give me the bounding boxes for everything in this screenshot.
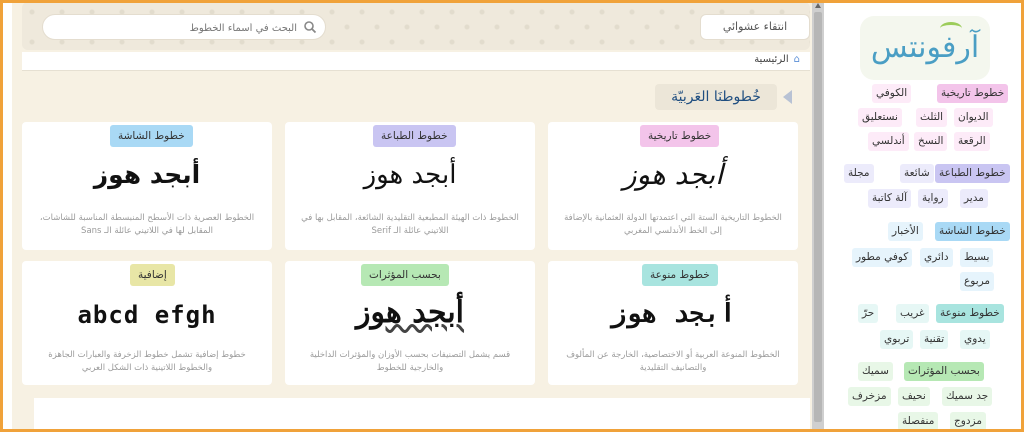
scroll-thumb[interactable]: [814, 12, 822, 422]
sidebar: آرفونتس خطوط تاريخية الكوفي الديوان الثل…: [844, 8, 1010, 432]
card-badge[interactable]: إضافية: [130, 264, 175, 286]
sidebar-item-free[interactable]: حرّ: [858, 304, 879, 323]
search-box[interactable]: [42, 14, 326, 40]
section-arrow-icon: [783, 90, 792, 104]
sidebar-head-misc[interactable]: خطوط منوعة: [936, 304, 1004, 323]
header-bar: انتقاء عشوائي: [22, 2, 810, 50]
sidebar-item-news[interactable]: الأخبار: [888, 222, 923, 241]
category-card-screen[interactable]: خطوط الشاشة أبجد هوز الخطوط العصرية ذات …: [22, 122, 272, 250]
sidebar-item-novel[interactable]: رواية: [918, 189, 948, 208]
sidebar-item-simple[interactable]: بسيط: [960, 248, 994, 267]
breadcrumb: ⌂ الرئيسية: [22, 52, 810, 71]
sidebar-item-decorated[interactable]: مزخرف: [848, 387, 891, 406]
sidebar-item-educational[interactable]: تربوي: [880, 330, 914, 349]
sidebar-item-handwritten[interactable]: يدوي: [960, 330, 990, 349]
sidebar-head-historical[interactable]: خطوط تاريخية: [937, 84, 1009, 103]
font-sample: أبجد هوز: [363, 160, 457, 190]
sidebar-item-typewriter[interactable]: آلة كاتبة: [868, 189, 912, 208]
sidebar-item-bold[interactable]: سميك: [858, 362, 893, 381]
home-icon[interactable]: ⌂: [794, 54, 800, 65]
sidebar-item-tech[interactable]: تقنية: [920, 330, 949, 349]
sidebar-head-print[interactable]: خطوط الطباعة: [935, 164, 1010, 183]
sidebar-item-ruqaa[interactable]: الرقعة: [954, 132, 990, 151]
random-pick-button[interactable]: انتقاء عشوائي: [700, 14, 810, 40]
sidebar-item-diwani[interactable]: الديوان: [954, 108, 993, 127]
card-description: الخطوط التاريخية الستة التي اعتمدتها الد…: [564, 213, 782, 236]
scrollbar[interactable]: [812, 0, 824, 432]
section-title: خُطوطنَا العَربيّة: [655, 84, 777, 110]
sidebar-item-modern-kufi[interactable]: كوفي مطور: [852, 248, 913, 267]
card-description: خطوط إضافية تشمل خطوط الزخرفة والعبارات …: [48, 350, 246, 373]
site-logo[interactable]: آرفونتس: [860, 16, 990, 80]
sidebar-item-naskh[interactable]: النسخ: [914, 132, 948, 151]
content-panel: [34, 398, 810, 432]
sidebar-item-common[interactable]: شائعة: [900, 164, 934, 183]
card-badge[interactable]: بحسب المؤثرات: [361, 264, 449, 286]
breadcrumb-home[interactable]: الرئيسية: [754, 54, 788, 65]
sidebar-item-extra-bold[interactable]: جد سميك: [942, 387, 993, 406]
sidebar-item-thin[interactable]: نحيف: [898, 387, 930, 406]
sidebar-item-manager[interactable]: مدير: [960, 189, 988, 208]
sidebar-item-andalusi[interactable]: أندلسي: [868, 132, 909, 151]
sidebar-item-thuluth[interactable]: الثلث: [916, 108, 948, 127]
category-card-extra[interactable]: إضافية abcd efgh خطوط إضافية تشمل خطوط ا…: [22, 261, 272, 385]
sidebar-item-double[interactable]: مزدوج: [950, 412, 986, 431]
search-icon[interactable]: [303, 20, 317, 34]
category-card-print[interactable]: خطوط الطباعة أبجد هوز الخطوط ذات الهيئة …: [285, 122, 535, 250]
main-area: انتقاء عشوائي ⌂ الرئيسية خُطوطنَا العَربي…: [12, 0, 812, 432]
sidebar-item-strange[interactable]: غريب: [896, 304, 929, 323]
sidebar-item-round[interactable]: دائري: [920, 248, 953, 267]
card-badge[interactable]: خطوط منوعة: [642, 264, 718, 286]
card-description: قسم يشمل التصنيفات بحسب الأوزان والمؤثرا…: [309, 350, 511, 373]
font-sample: أبجد هوز: [355, 295, 465, 330]
card-description: الخطوط ذات الهيئة المطبعية التقليدية الش…: [301, 213, 519, 236]
logo-swoosh-icon: [940, 22, 962, 35]
sidebar-item-kufi[interactable]: الكوفي: [872, 84, 912, 103]
category-card-effects[interactable]: بحسب المؤثرات أبجد هوز قسم يشمل التصنيفا…: [285, 261, 535, 385]
card-badge[interactable]: خطوط تاريخية: [640, 125, 720, 147]
sidebar-item-nastaliq[interactable]: نستعليق: [858, 108, 902, 127]
card-description: الخطوط العصرية ذات الأسطح المنبسطة المنا…: [39, 213, 255, 236]
font-sample: abcd efgh: [77, 301, 217, 329]
card-description: الخطوط المنوعة العربية أو الاختصاصية، ال…: [566, 350, 780, 373]
sidebar-item-separated[interactable]: منفصلة: [898, 412, 939, 431]
font-sample: أبجد هوز: [610, 299, 736, 329]
sidebar-head-screen[interactable]: خطوط الشاشة: [935, 222, 1010, 241]
category-card-historical[interactable]: خطوط تاريخية أبجد هوز الخطوط التاريخية ا…: [548, 122, 798, 250]
sidebar-item-magazine[interactable]: مجلة: [844, 164, 874, 183]
category-card-misc[interactable]: خطوط منوعة أبجد هوز الخطوط المنوعة العرب…: [548, 261, 798, 385]
card-badge[interactable]: خطوط الطباعة: [373, 125, 456, 147]
font-sample: أبجد هوز: [93, 160, 201, 189]
sidebar-head-effects[interactable]: بحسب المؤثرات: [904, 362, 984, 381]
font-sample: أبجد هوز: [623, 158, 723, 191]
card-badge[interactable]: خطوط الشاشة: [110, 125, 193, 147]
search-input[interactable]: [49, 18, 299, 38]
scroll-up-icon[interactable]: [815, 3, 821, 8]
sidebar-item-square[interactable]: مربوع: [960, 272, 995, 291]
